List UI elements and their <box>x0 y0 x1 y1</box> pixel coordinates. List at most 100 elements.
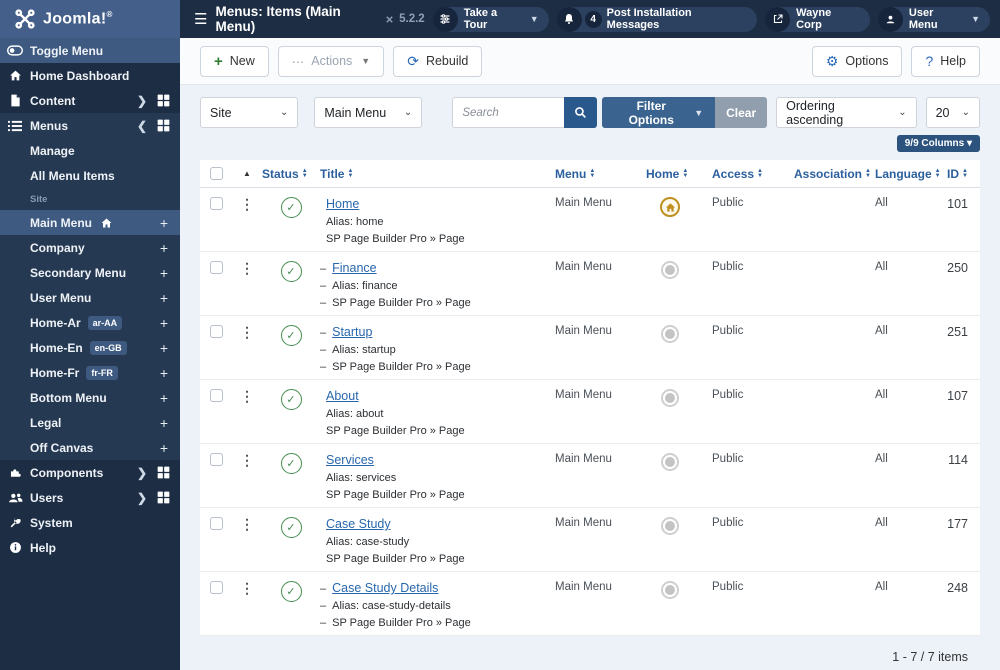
add-menu-item-icon[interactable]: + <box>160 290 170 306</box>
add-menu-item-icon[interactable]: + <box>160 240 170 256</box>
row-actions-dots-icon[interactable]: ⋮ <box>232 389 262 403</box>
add-menu-item-icon[interactable]: + <box>160 365 170 381</box>
menu-item-link[interactable]: Finance <box>332 261 376 275</box>
sidebar-toggle-menu[interactable]: Toggle Menu <box>0 38 180 63</box>
search-input[interactable] <box>452 97 565 128</box>
sidebar-menu-item[interactable]: Main Menu + <box>0 210 180 235</box>
status-published-icon[interactable]: ✓ <box>280 261 302 282</box>
rebuild-button[interactable]: ⟳ Rebuild <box>393 45 483 77</box>
status-published-icon[interactable]: ✓ <box>280 581 302 602</box>
sidebar-menu-item[interactable]: Secondary Menu + <box>0 260 180 285</box>
ordering-sort-icon[interactable]: ▲ <box>232 169 262 178</box>
sidebar-item-all-menu-items[interactable]: All Menu Items <box>0 163 180 188</box>
menu-item-link[interactable]: Case Study <box>326 517 391 531</box>
sidebar-item-manage[interactable]: Manage <box>0 138 180 163</box>
status-published-icon[interactable]: ✓ <box>280 453 302 474</box>
home-unset-icon[interactable] <box>661 581 679 599</box>
add-menu-item-icon[interactable]: + <box>160 315 170 331</box>
row-actions-dots-icon[interactable]: ⋮ <box>232 197 262 211</box>
sidebar-item-help[interactable]: Help <box>0 535 180 560</box>
preview-site-button[interactable]: Wayne Corp <box>765 6 870 32</box>
columns-toggle-button[interactable]: 9/9 Columns ▾ <box>896 135 980 152</box>
row-checkbox[interactable] <box>209 389 223 402</box>
site-client-select[interactable]: Site ⌄ <box>200 97 299 128</box>
sidebar-item-system[interactable]: System <box>0 510 180 535</box>
menu-item-link[interactable]: Services <box>326 453 374 467</box>
sidebar-menu-item[interactable]: Legal + <box>0 410 180 435</box>
row-checkbox[interactable] <box>209 261 223 274</box>
menu-item-link[interactable]: Home <box>326 197 359 211</box>
search-button[interactable] <box>564 97 598 128</box>
add-menu-item-icon[interactable]: + <box>160 215 170 231</box>
row-actions-dots-icon[interactable]: ⋮ <box>232 453 262 467</box>
row-checkbox[interactable] <box>209 325 223 338</box>
help-button[interactable]: ? Help <box>911 45 980 77</box>
home-unset-icon[interactable] <box>661 389 679 407</box>
header-home[interactable]: Home ▲ ▼ <box>640 167 700 181</box>
row-checkbox[interactable] <box>209 197 223 210</box>
sidebar-menu-item[interactable]: Company + <box>0 235 180 260</box>
menu-item-link[interactable]: Case Study Details <box>332 581 438 595</box>
user-menu-button[interactable]: User Menu ▼ <box>877 6 990 32</box>
sidebar-item-menus[interactable]: Menus ❮ <box>0 113 180 138</box>
row-checkbox[interactable] <box>209 453 223 466</box>
actions-button[interactable]: ⋯ Actions ▼ <box>277 45 385 77</box>
options-button[interactable]: ⚙ Options <box>811 45 903 77</box>
header-menu[interactable]: Menu ▲ ▼ <box>545 167 640 181</box>
status-published-icon[interactable]: ✓ <box>280 517 302 538</box>
refresh-icon: ⟳ <box>407 52 419 69</box>
sidebar-item-users[interactable]: Users ❯ <box>0 485 180 510</box>
header-status[interactable]: Status ▲ ▼ <box>262 167 320 181</box>
add-menu-item-icon[interactable]: + <box>160 390 170 406</box>
header-title[interactable]: Title ▲ ▼ <box>320 167 545 181</box>
row-checkbox[interactable] <box>209 517 223 530</box>
sidebar-item-components[interactable]: Components ❯ <box>0 460 180 485</box>
sidebar-menu-item[interactable]: Home-Fr fr-FR + <box>0 360 180 385</box>
ordering-select[interactable]: Ordering ascending ⌄ <box>776 97 917 128</box>
row-actions-dots-icon[interactable]: ⋮ <box>232 261 262 275</box>
header-id[interactable]: ID ▲ ▼ <box>940 167 980 181</box>
header-language[interactable]: Language ▲ ▼ <box>865 167 941 181</box>
grid-icon[interactable] <box>157 119 170 132</box>
header-access[interactable]: Access ▲ ▼ <box>700 167 780 181</box>
grid-icon[interactable] <box>157 94 170 107</box>
sidebar-menu-item[interactable]: Off Canvas + <box>0 435 180 460</box>
menu-item-link[interactable]: Startup <box>332 325 372 339</box>
add-menu-item-icon[interactable]: + <box>160 440 170 456</box>
sidebar-menu-item[interactable]: User Menu + <box>0 285 180 310</box>
add-menu-item-icon[interactable]: + <box>160 340 170 356</box>
add-menu-item-icon[interactable]: + <box>160 265 170 281</box>
filter-options-button[interactable]: Filter Options ▼ <box>602 97 716 128</box>
row-actions-dots-icon[interactable]: ⋮ <box>232 517 262 531</box>
status-published-icon[interactable]: ✓ <box>280 389 302 410</box>
take-a-tour-button[interactable]: Take a Tour ▼ <box>432 6 549 32</box>
row-actions-dots-icon[interactable]: ⋮ <box>232 581 262 595</box>
home-unset-icon[interactable] <box>661 325 679 343</box>
menu-item-link[interactable]: About <box>326 389 359 403</box>
post-installation-messages-button[interactable]: 4 Post Installation Messages <box>556 6 758 32</box>
status-published-icon[interactable]: ✓ <box>280 197 302 218</box>
sliders-icon <box>432 6 458 32</box>
select-all-checkbox[interactable] <box>209 167 223 180</box>
grid-icon[interactable] <box>157 466 170 479</box>
clear-button[interactable]: Clear <box>715 97 768 128</box>
home-unset-icon[interactable] <box>661 261 679 279</box>
home-unset-icon[interactable] <box>661 517 679 535</box>
header-association[interactable]: Association ▲ ▼ <box>780 167 871 181</box>
menu-select[interactable]: Main Menu ⌄ <box>314 97 423 128</box>
sidebar-menu-item[interactable]: Bottom Menu + <box>0 385 180 410</box>
sidebar-item-home-dashboard[interactable]: Home Dashboard <box>0 63 180 88</box>
status-published-icon[interactable]: ✓ <box>280 325 302 346</box>
row-actions-dots-icon[interactable]: ⋮ <box>232 325 262 339</box>
add-menu-item-icon[interactable]: + <box>160 415 170 431</box>
sidebar-item-content[interactable]: Content ❯ <box>0 88 180 113</box>
sidebar-menu-item[interactable]: Home-En en-GB + <box>0 335 180 360</box>
list-limit-select[interactable]: 20 ⌄ <box>925 97 980 128</box>
home-default-icon[interactable] <box>660 197 680 217</box>
row-checkbox[interactable] <box>209 581 223 594</box>
grid-icon[interactable] <box>157 491 170 504</box>
toggle-icon <box>0 45 30 56</box>
home-unset-icon[interactable] <box>661 453 679 471</box>
sidebar-menu-item[interactable]: Home-Ar ar-AA + <box>0 310 180 335</box>
new-button[interactable]: + New <box>200 45 269 77</box>
